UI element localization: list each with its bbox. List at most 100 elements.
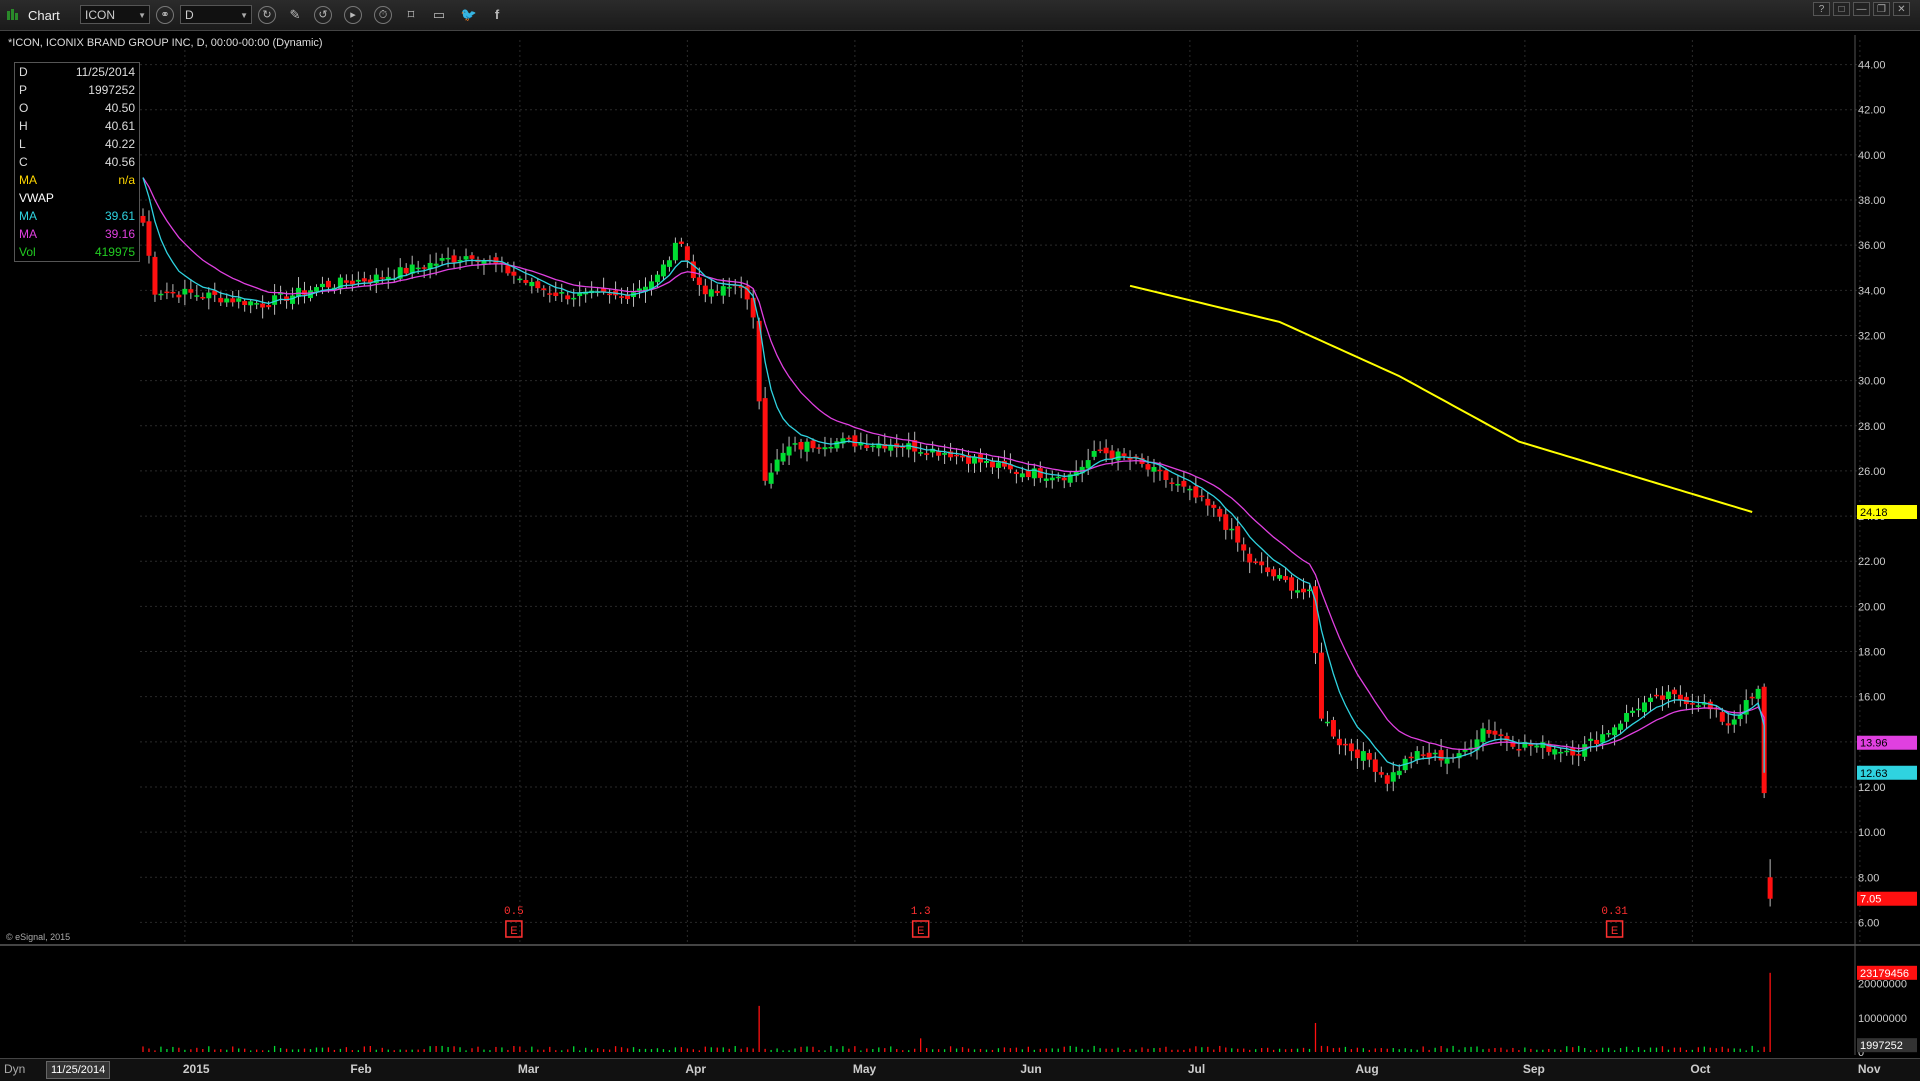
candle-body [1396,770,1402,776]
play-icon[interactable]: ▸ [344,6,362,24]
price-tick-label: 40.00 [1858,150,1886,162]
candle-body [1665,691,1671,700]
x-axis-label: Oct [1690,1062,1711,1076]
legend-row: O 40.50 [15,99,139,117]
candle-body [1438,750,1444,761]
candle-body [1151,467,1157,472]
candle-body [1695,705,1701,707]
candle-body [517,278,523,281]
dyn-mode[interactable]: Dyn [4,1062,25,1076]
volume-tag-label: 23179456 [1860,968,1909,980]
chevron-down-icon[interactable]: ▼ [240,6,248,25]
pan-icon[interactable]: ↺ [314,6,332,24]
candle-body [1109,450,1115,459]
volume-tick-label: 10000000 [1858,1013,1907,1025]
candle-body [828,446,834,449]
facebook-icon[interactable]: f [488,6,506,24]
candle-body [1378,772,1384,775]
candle-body [924,453,930,455]
candle-body [816,447,822,449]
candle-body [1719,712,1725,722]
earnings-icon-glyph: E [917,925,924,937]
candle-body [1594,739,1600,744]
candle-body [1061,477,1067,481]
legend-value: 39.16 [104,227,135,241]
candle-body [158,293,164,296]
candle-body [1324,721,1330,724]
earnings-icon-glyph: E [510,925,517,937]
price-tag-label: 13.96 [1860,738,1888,750]
candle-body [786,446,792,456]
candle-body [302,290,308,295]
candle-body [248,301,254,306]
candle-body [1689,703,1695,705]
candle-body [559,292,565,294]
link-icon[interactable]: ⚭ [156,6,174,24]
candle-body [852,435,858,447]
candle-body [798,442,804,450]
candle-body [146,221,152,256]
chart-logo-icon [7,9,18,20]
candle-body [1570,747,1576,756]
earnings-label: 0.5 [504,906,524,918]
restore-button[interactable]: □ [1833,2,1850,16]
refresh-icon[interactable]: ↻ [258,6,276,24]
price-tick-label: 36.00 [1858,240,1886,252]
candle-body [290,295,296,304]
candle-body [1354,749,1360,759]
candle-body [1612,727,1618,736]
comment-icon[interactable]: ▭ [430,6,448,24]
candle-body [666,260,672,267]
ma-slow-line [142,177,1765,751]
candles [140,208,1773,907]
x-axis-label: May [852,1062,877,1076]
candle-body [319,283,325,288]
candle-body [1492,730,1498,735]
timer-icon[interactable]: ⏱ [374,6,392,24]
draw-icon[interactable]: ✎ [286,6,304,24]
candle-body [1408,756,1414,759]
legend-key: O [19,101,29,115]
candle-body [511,271,517,276]
toolbar: Chart ICON ▼ ⚭ D ▼ ↻ ✎ ↺ ▸ ⏱ ⌑ ▭ 🐦 f ? □ —… [0,0,1920,31]
ma-long-line [1129,284,1753,513]
candle-body [1444,758,1450,764]
price-chart[interactable]: 44.00 42.00 40.00 38.00 36.00 34.00 32.00 30.00… [0,31,1920,1058]
candle-body [1564,750,1570,753]
candle-body [1163,470,1169,481]
candle-body [1636,708,1642,711]
candle-body [954,454,960,457]
candle-body [1019,473,1025,478]
close-button[interactable]: ✕ [1893,2,1910,16]
candle-body [870,445,876,448]
cursor-date: 11/25/2014 [46,1061,111,1079]
candle-body [864,445,870,448]
tag-icon[interactable]: ⌑ [402,6,420,24]
candle-body [1199,495,1205,498]
candle-body [1366,752,1372,760]
candle-body [708,289,714,297]
volume-tag-label: 1997252 [1860,1040,1903,1052]
price-tick-label: 32.00 [1858,330,1886,342]
x-axis-label: Mar [517,1062,540,1076]
help-button[interactable]: ? [1813,2,1830,16]
candle-body [553,292,559,297]
candle-body [1360,751,1366,761]
earnings-label: 1.3 [911,906,931,918]
candle-body [218,297,224,303]
interval-input[interactable]: D ▼ [180,5,252,24]
chevron-down-icon[interactable]: ▼ [138,6,146,25]
candle-body [1097,449,1103,452]
x-axis-label: Aug [1355,1062,1379,1076]
candle-body [1043,478,1049,481]
symbol-input[interactable]: ICON ▼ [80,5,150,24]
candle-body [1767,877,1773,899]
legend-row: C 40.56 [15,153,139,171]
data-window: D 11/25/2014 P 1997252 O 40.50 H 40.61 L 40.22 C 40… [14,62,140,262]
legend-row: MA 39.16 [15,225,139,243]
candle-body [720,286,726,296]
minimize-button[interactable]: — [1853,2,1870,16]
maximize-button[interactable]: ❐ [1873,2,1890,16]
candle-body [1277,574,1283,579]
twitter-icon[interactable]: 🐦 [460,6,478,24]
